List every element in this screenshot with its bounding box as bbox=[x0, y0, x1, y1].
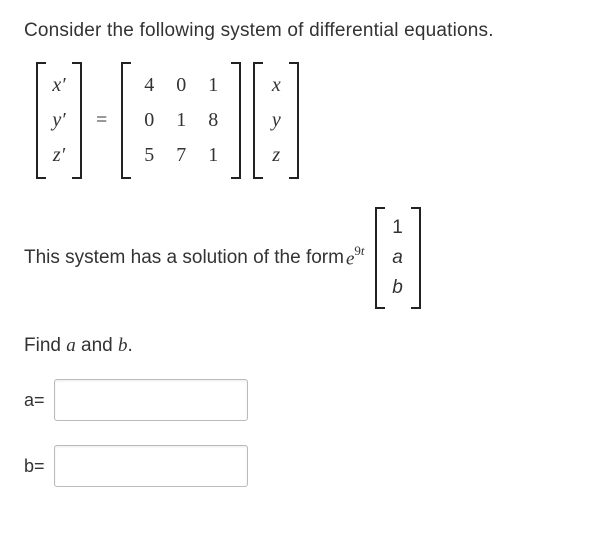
matrix-cell: 0 bbox=[133, 103, 165, 138]
find-post: . bbox=[128, 335, 133, 356]
sol-entry: 1 bbox=[387, 213, 409, 243]
matrix-cell: 0 bbox=[165, 68, 197, 103]
matrix-cell: 8 bbox=[197, 103, 229, 138]
rhs-entry: x bbox=[265, 68, 287, 103]
find-mid: and bbox=[76, 335, 118, 356]
state-vector: x y z bbox=[253, 62, 299, 179]
equals-sign: = bbox=[96, 109, 107, 132]
matrix-equation: x′ y′ z′ = 4 0 1 0 1 8 5 7 1 bbox=[36, 62, 592, 179]
b-label: b= bbox=[24, 456, 54, 477]
exp-var: t bbox=[361, 243, 365, 258]
a-label: a= bbox=[24, 390, 54, 411]
rhs-entry: z bbox=[265, 138, 287, 173]
problem-statement: Consider the following system of differe… bbox=[24, 20, 592, 42]
answer-row-a: a= bbox=[24, 379, 592, 421]
matrix-cell: 1 bbox=[165, 103, 197, 138]
sol-entry: a bbox=[387, 243, 409, 273]
exponential-term: e9t bbox=[346, 245, 365, 270]
answer-row-b: b= bbox=[24, 445, 592, 487]
lhs-entry: z′ bbox=[48, 138, 70, 173]
sentence-text: This system has a solution of the form bbox=[24, 247, 344, 269]
find-instruction: Find a and b. bbox=[24, 335, 592, 357]
lhs-entry: x′ bbox=[48, 68, 70, 103]
sol-entry: b bbox=[387, 273, 409, 303]
matrix-cell: 7 bbox=[165, 138, 197, 173]
b-input[interactable] bbox=[54, 445, 248, 487]
solution-vector: 1 a b bbox=[375, 207, 421, 309]
var-a: a bbox=[66, 335, 76, 356]
var-b: b bbox=[118, 335, 128, 356]
coefficient-matrix: 4 0 1 0 1 8 5 7 1 bbox=[121, 62, 241, 179]
matrix-cell: 5 bbox=[133, 138, 165, 173]
lhs-entry: y′ bbox=[48, 103, 70, 138]
matrix-cell: 1 bbox=[197, 68, 229, 103]
rhs-entry: y bbox=[265, 103, 287, 138]
solution-form-sentence: This system has a solution of the form e… bbox=[24, 207, 592, 309]
matrix-cell: 4 bbox=[133, 68, 165, 103]
find-pre: Find bbox=[24, 335, 66, 356]
a-input[interactable] bbox=[54, 379, 248, 421]
derivative-vector: x′ y′ z′ bbox=[36, 62, 82, 179]
matrix-cell: 1 bbox=[197, 138, 229, 173]
